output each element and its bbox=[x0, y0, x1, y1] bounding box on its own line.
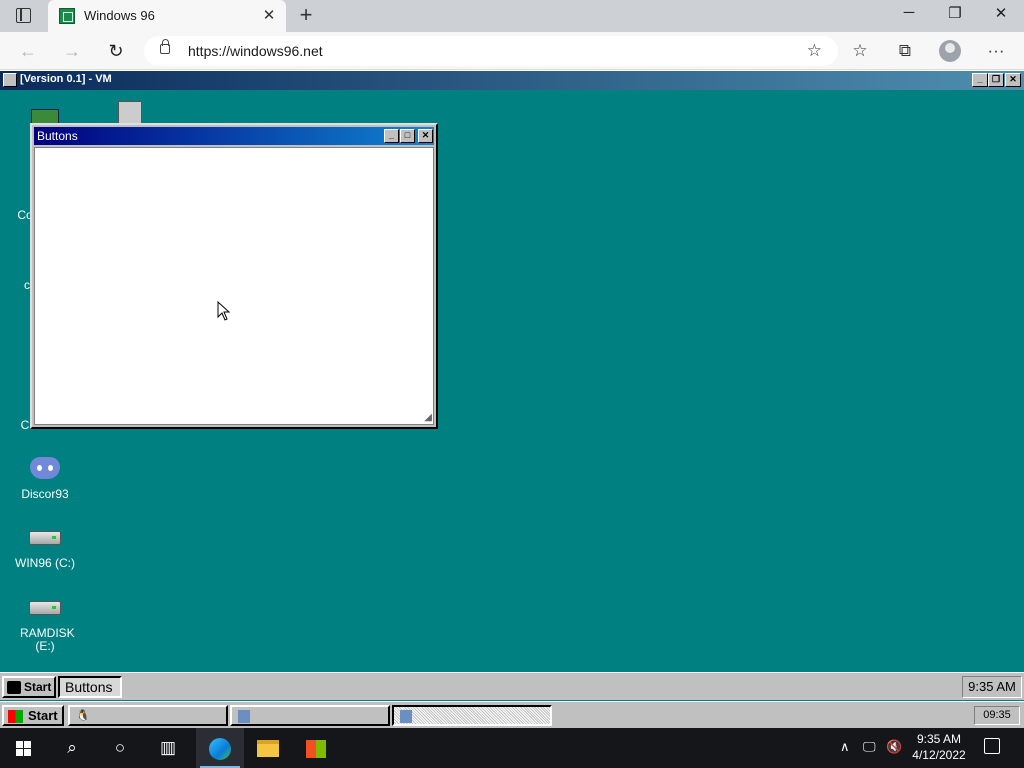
w96-clock: 9:35 AM bbox=[962, 676, 1022, 698]
new-tab-button[interactable]: + bbox=[295, 3, 317, 27]
desktop-icon-label: Discor93 bbox=[21, 487, 69, 501]
tab-close-icon[interactable]: ✕ bbox=[260, 6, 278, 24]
window-close-button[interactable]: ✕ bbox=[418, 129, 433, 143]
notification-icon[interactable] bbox=[984, 738, 1000, 754]
vm-close-button[interactable]: ✕ bbox=[1005, 73, 1021, 87]
vm-icon bbox=[3, 73, 17, 87]
taskbar-button-vm[interactable] bbox=[230, 705, 390, 726]
start-label: Start bbox=[24, 680, 52, 694]
address-url[interactable]: https://windows96.net bbox=[188, 43, 323, 59]
cortana-icon[interactable]: ○ bbox=[96, 728, 144, 768]
start-icon[interactable] bbox=[0, 728, 48, 768]
buttons-window[interactable]: Buttons _ □ ✕ ◢ bbox=[30, 123, 438, 429]
w96-start-logo-icon bbox=[7, 681, 21, 694]
browser-tab-bar: Windows 96 ✕ + ─ ❐ ✕ bbox=[0, 0, 1024, 32]
more-icon[interactable]: ··· bbox=[985, 41, 1007, 61]
win10-date: 4/12/2022 bbox=[912, 748, 966, 762]
restore-button[interactable]: ❐ bbox=[932, 4, 978, 26]
computer-icon bbox=[400, 710, 412, 723]
window-content[interactable]: ◢ bbox=[34, 147, 434, 425]
taskbar-button-linux[interactable]: 🐧 bbox=[68, 705, 228, 726]
vm-minimize-button[interactable]: _ bbox=[972, 73, 988, 87]
volume-muted-icon[interactable]: 🔇 bbox=[886, 739, 902, 755]
refresh-icon[interactable]: ↻ bbox=[104, 40, 128, 62]
drive-icon bbox=[29, 601, 61, 615]
tab-title: Windows 96 bbox=[84, 8, 155, 23]
search-icon[interactable]: ⌕ bbox=[48, 728, 96, 768]
taskbar-button-vm-active[interactable] bbox=[392, 705, 552, 726]
computer-icon bbox=[238, 710, 250, 723]
address-bar[interactable]: https://windows96.net ☆ bbox=[144, 36, 838, 66]
desktop-icon-label: WIN96 (C:) bbox=[15, 556, 75, 570]
resize-grip-icon[interactable]: ◢ bbox=[424, 412, 432, 423]
desktop-icon-ramdisk[interactable]: RAMDISK (E:) bbox=[10, 601, 80, 653]
store-icon[interactable] bbox=[292, 728, 340, 768]
penguin-icon: 🐧 bbox=[76, 710, 90, 722]
w96-taskbar: Start Buttons 9:35 AM bbox=[0, 672, 1024, 700]
network-icon[interactable]: 🖵 bbox=[863, 739, 876, 755]
window-title-bar[interactable]: Buttons _ □ ✕ bbox=[34, 127, 434, 145]
minimize-button[interactable]: ─ bbox=[886, 4, 932, 26]
tab-windows96[interactable]: Windows 96 ✕ bbox=[48, 0, 286, 32]
file-explorer-icon[interactable] bbox=[244, 728, 292, 768]
taskbar-button-buttons[interactable]: Buttons bbox=[58, 676, 122, 698]
vm-title: [Version 0.1] - VM bbox=[20, 73, 112, 85]
windows96-page: [Version 0.1] - VM _ ❐ ✕ gi Co c C Disco… bbox=[0, 71, 1024, 728]
win10-time: 9:35 AM bbox=[916, 732, 962, 746]
task-view-icon[interactable]: ▥ bbox=[144, 728, 192, 768]
add-favorite-icon[interactable]: ☆ bbox=[807, 41, 822, 61]
w96-start-button-2[interactable]: Start bbox=[2, 705, 64, 726]
win10-taskbar: ⌕ ○ ▥ ∧ 🖵 🔇 9:35 AM 4/12/2022 bbox=[0, 728, 1024, 768]
desktop-icon-discord[interactable]: Discor93 bbox=[10, 457, 80, 501]
desktop-icon-label: RAMDISK (E:) bbox=[20, 626, 75, 653]
mouse-cursor-icon bbox=[217, 301, 231, 321]
window-title: Buttons bbox=[37, 129, 78, 143]
profile-icon[interactable] bbox=[939, 40, 961, 62]
win10-clock[interactable]: 9:35 AM 4/12/2022 bbox=[906, 731, 972, 763]
window-maximize-button[interactable]: □ bbox=[400, 129, 415, 143]
w96-start-button[interactable]: Start bbox=[2, 676, 56, 698]
tray-overflow-icon[interactable]: ∧ bbox=[840, 739, 850, 755]
w96-start-logo-icon bbox=[8, 710, 23, 723]
discord-icon bbox=[30, 457, 60, 479]
vm-title-bar: [Version 0.1] - VM _ ❐ ✕ bbox=[0, 71, 1024, 90]
tab-actions-icon[interactable] bbox=[16, 8, 31, 23]
w96-clock-2: 09:35 bbox=[974, 706, 1020, 725]
w96-taskbar-secondary: Start 🐧 09:35 bbox=[0, 701, 1024, 728]
back-icon[interactable]: ← bbox=[16, 40, 40, 62]
collections-icon[interactable]: ⧉ bbox=[894, 41, 916, 61]
favorites-icon[interactable]: ☆ bbox=[849, 41, 871, 61]
edge-icon[interactable] bbox=[196, 728, 244, 768]
start-label: Start bbox=[28, 708, 58, 723]
desktop-icon-win96-drive[interactable]: WIN96 (C:) bbox=[10, 531, 80, 570]
windows96-favicon-icon bbox=[59, 8, 75, 24]
vm-restore-button[interactable]: ❐ bbox=[988, 73, 1004, 87]
close-window-button[interactable]: ✕ bbox=[978, 4, 1024, 26]
lock-icon[interactable] bbox=[160, 39, 170, 54]
window-minimize-button[interactable]: _ bbox=[384, 129, 399, 143]
drive-icon bbox=[29, 531, 61, 545]
forward-icon[interactable]: → bbox=[60, 40, 84, 62]
browser-toolbar: ← → ↻ https://windows96.net ☆ ☆ ⧉ ··· bbox=[0, 32, 1024, 70]
